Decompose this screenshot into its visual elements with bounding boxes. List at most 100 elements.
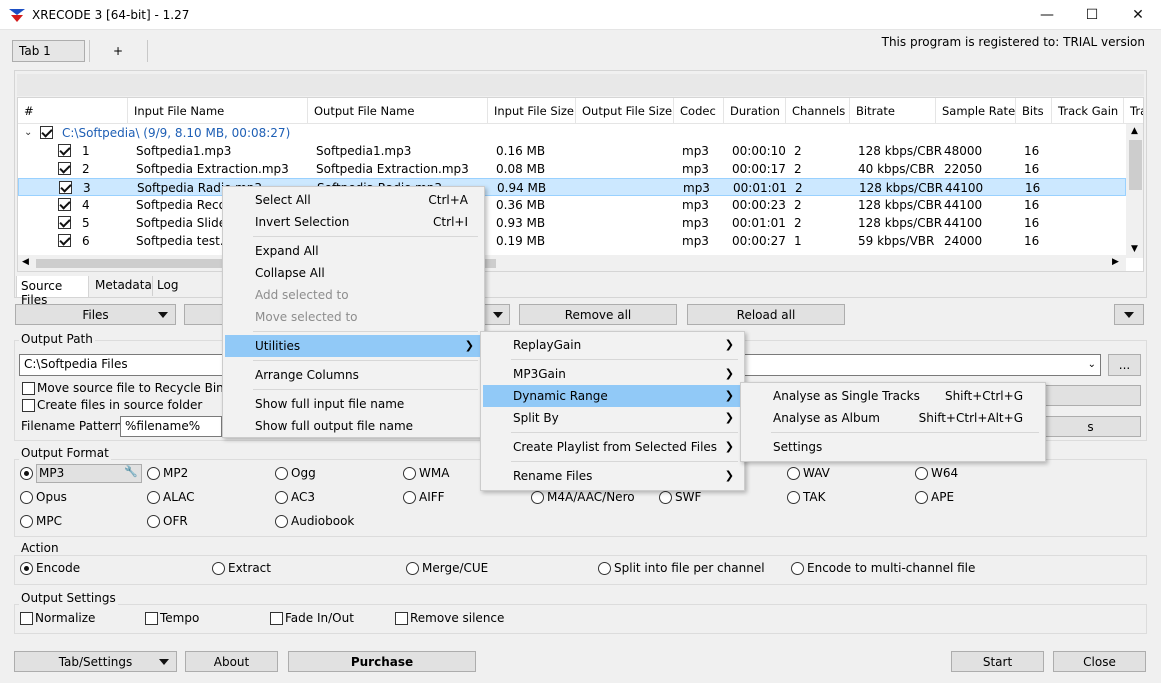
menu-invert-selection[interactable]: Invert Selection Ctrl+I — [225, 211, 482, 233]
table-row[interactable]: 2 Softpedia Extraction.mp3 Softpedia Extra… — [18, 160, 1126, 178]
col-header-bitrate[interactable]: Bitrate — [850, 98, 936, 124]
format-radio-ofr[interactable] — [147, 515, 160, 528]
tab-1[interactable]: Tab 1 — [12, 40, 85, 62]
dropdown-button[interactable] — [484, 304, 510, 325]
setting-checkbox-remove-silence[interactable] — [395, 612, 408, 625]
reload-all-button[interactable]: Reload all — [687, 304, 845, 325]
action-radio-merge-cue[interactable] — [406, 562, 419, 575]
menu-utilities[interactable]: Utilities ❯ — [225, 335, 482, 357]
row-checkbox[interactable] — [58, 234, 71, 247]
menu-split-by[interactable]: Split By ❯ — [483, 407, 742, 429]
col-header-tra[interactable]: Tra — [1124, 98, 1143, 124]
menu-rename-files[interactable]: Rename Files ❯ — [483, 465, 742, 487]
menu-move-selected-to[interactable]: Move selected to — [225, 306, 482, 328]
format-radio-ogg[interactable] — [275, 467, 288, 480]
col-header-num[interactable]: # — [18, 98, 128, 124]
close-window-button[interactable]: ✕ — [1115, 0, 1161, 30]
col-header-duration[interactable]: Duration — [724, 98, 786, 124]
col-header-trackgain[interactable]: Track Gain — [1052, 98, 1124, 124]
about-button[interactable]: About — [185, 651, 278, 672]
table-row[interactable]: 3Softpedia Radio.mp3Softpedia Radio.mp30… — [18, 178, 1126, 196]
menu-analyse-album[interactable]: Analyse as Album Shift+Ctrl+Alt+G — [743, 407, 1043, 429]
table-row[interactable]: 4 Softpedia Recor 0.36 MB mp3 00:00:23 2 128 k… — [18, 196, 1126, 214]
setting-checkbox-tempo[interactable] — [145, 612, 158, 625]
files-button[interactable]: Files — [15, 304, 176, 325]
purchase-button[interactable]: Purchase — [288, 651, 476, 672]
add-tab-button[interactable]: + — [113, 44, 123, 58]
format-radio-opus[interactable] — [20, 491, 33, 504]
setting-checkbox-normalize[interactable] — [20, 612, 33, 625]
format-radio-swf[interactable] — [659, 491, 672, 504]
format-radio-mp3[interactable] — [20, 467, 33, 480]
setting-checkbox-fade-in-out[interactable] — [270, 612, 283, 625]
menu-dr-settings[interactable]: Settings — [743, 436, 1043, 458]
format-radio-wav[interactable] — [787, 467, 800, 480]
start-button[interactable]: Start — [951, 651, 1044, 672]
row-checkbox[interactable] — [59, 181, 72, 194]
format-radio-aiff[interactable] — [403, 491, 416, 504]
col-header-channels[interactable]: Channels — [786, 98, 850, 124]
col-header-samplerate[interactable]: Sample Rate — [936, 98, 1016, 124]
menu-analyse-single[interactable]: Analyse as Single Tracks Shift+Ctrl+G — [743, 385, 1043, 407]
create-in-source-checkbox[interactable] — [22, 399, 35, 412]
remove-all-button[interactable]: Remove all — [519, 304, 677, 325]
move-recycle-checkbox[interactable] — [22, 382, 35, 395]
scroll-up-icon[interactable]: ▲ — [1131, 126, 1138, 136]
col-header-outsize[interactable]: Output File Size — [576, 98, 674, 124]
tab-source-files[interactable]: Source Files — [16, 276, 89, 307]
action-radio-extract[interactable] — [212, 562, 225, 575]
wrench-icon[interactable]: 🔧 — [124, 465, 138, 478]
action-radio-split-into-file-per-channel[interactable] — [598, 562, 611, 575]
menu-arrange-columns[interactable]: Arrange Columns — [225, 364, 482, 386]
add-button[interactable] — [184, 304, 224, 325]
menu-create-playlist[interactable]: Create Playlist from Selected Files ❯ — [483, 436, 742, 458]
filename-pattern-input[interactable]: %filename% — [120, 416, 222, 437]
chevron-down-icon[interactable]: ⌄ — [24, 124, 32, 142]
browse-button[interactable]: ... — [1108, 354, 1141, 376]
chevron-down-icon[interactable]: ⌄ — [1088, 359, 1096, 370]
format-radio-audiobook[interactable] — [275, 515, 288, 528]
format-radio-alac[interactable] — [147, 491, 160, 504]
col-header-input[interactable]: Input File Name — [128, 98, 308, 124]
tab-metadata[interactable]: Metadata — [95, 278, 152, 292]
menu-dynamic-range[interactable]: Dynamic Range ❯ — [483, 385, 742, 407]
group-row[interactable]: ⌄ C:\Softpedia\ (9/9, 8.10 MB, 00:08:27) — [18, 124, 1126, 142]
file-list[interactable]: # Input File Name Output File Name Input… — [17, 97, 1144, 272]
scrollbar-thumb[interactable] — [1129, 140, 1142, 190]
col-header-bits[interactable]: Bits — [1016, 98, 1052, 124]
settings-button[interactable]: s — [1040, 416, 1141, 437]
menu-collapse-all[interactable]: Collapse All — [225, 262, 482, 284]
row-checkbox[interactable] — [58, 162, 71, 175]
table-row[interactable]: 1 Softpedia1.mp3 Softpedia1.mp3 0.16 MB mp3 0… — [18, 142, 1126, 160]
menu-mp3gain[interactable]: MP3Gain ❯ — [483, 363, 742, 385]
action-radio-encode[interactable] — [20, 562, 33, 575]
table-row[interactable]: 5 Softpedia Slides 0.93 MB mp3 00:01:01 2 128 … — [18, 214, 1126, 232]
col-header-output[interactable]: Output File Name — [308, 98, 488, 124]
group-checkbox[interactable] — [40, 126, 53, 139]
scroll-down-icon[interactable]: ▼ — [1131, 244, 1138, 254]
row-checkbox[interactable] — [58, 144, 71, 157]
menu-select-all[interactable]: Select All Ctrl+A — [225, 189, 482, 211]
format-radio-ac3[interactable] — [275, 491, 288, 504]
menu-show-full-input[interactable]: Show full input file name — [225, 393, 482, 415]
format-radio-mp2[interactable] — [147, 467, 160, 480]
format-radio-mpc[interactable] — [20, 515, 33, 528]
close-button[interactable]: Close — [1053, 651, 1146, 672]
maximize-button[interactable]: ☐ — [1069, 0, 1115, 30]
horizontal-scrollbar[interactable]: ◀ ▶ — [18, 255, 1126, 271]
tab-log[interactable]: Log — [157, 278, 178, 292]
col-header-codec[interactable]: Codec — [674, 98, 724, 124]
menu-show-full-output[interactable]: Show full output file name — [225, 415, 482, 437]
format-radio-tak[interactable] — [787, 491, 800, 504]
format-radio-w64[interactable] — [915, 467, 928, 480]
table-row[interactable]: 6 Softpedia test.m 0.19 MB mp3 00:00:27 1 59 k… — [18, 232, 1126, 250]
col-header-insize[interactable]: Input File Size — [488, 98, 576, 124]
minimize-button[interactable]: — — [1024, 0, 1070, 30]
format-radio-m4a-aac-nero[interactable] — [531, 491, 544, 504]
action-radio-encode-to-multi-channel-file[interactable] — [791, 562, 804, 575]
menu-expand-all[interactable]: Expand All — [225, 240, 482, 262]
vertical-scrollbar[interactable]: ▲ ▼ — [1126, 124, 1143, 258]
tab-settings-button[interactable]: Tab/Settings — [14, 651, 177, 672]
row-checkbox[interactable] — [58, 216, 71, 229]
menu-add-selected-to[interactable]: Add selected to — [225, 284, 482, 306]
